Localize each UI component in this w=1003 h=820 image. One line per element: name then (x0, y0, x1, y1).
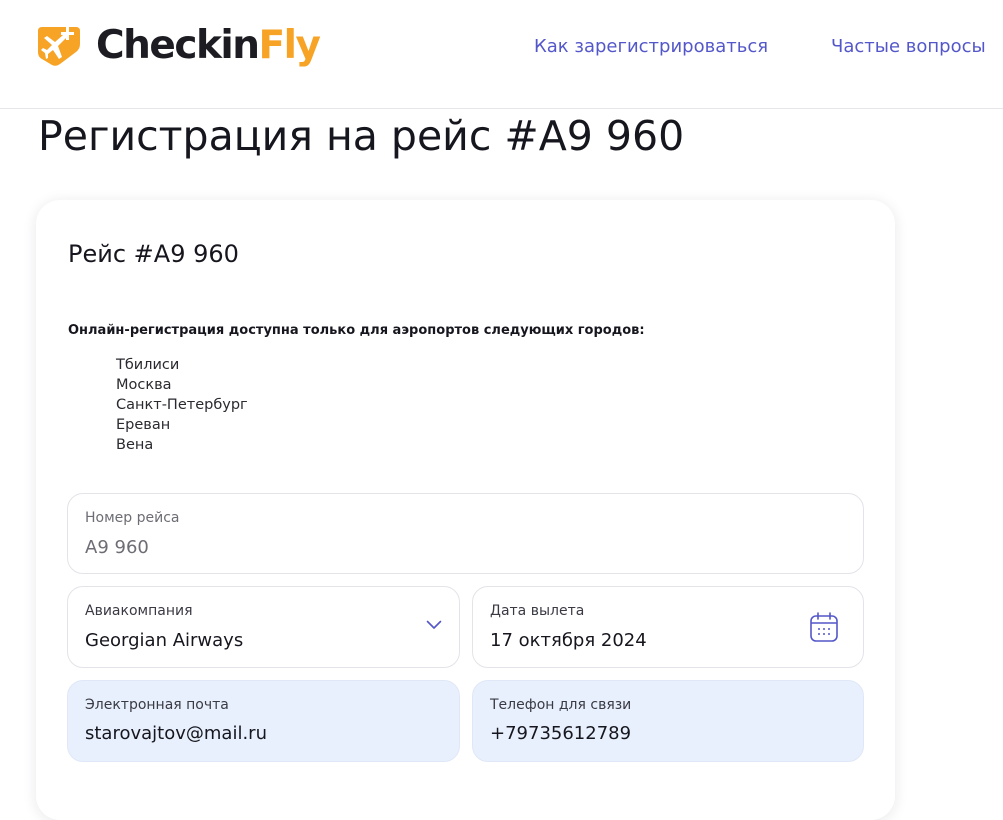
flight-number-value: A9 960 (85, 537, 149, 558)
logo-text-main: Checkin (96, 23, 260, 68)
phone-field[interactable]: Телефон для связи +79735612789 (472, 680, 864, 762)
list-item: Ереван (116, 417, 171, 433)
logo[interactable]: CheckinFly (36, 22, 321, 70)
nav-link-how-to-register[interactable]: Как зарегистрироваться (534, 35, 768, 59)
site-header: CheckinFly Как зарегистрироваться Частые… (0, 0, 1003, 109)
registration-card: Рейс #A9 960 Онлайн-регистрация доступна… (36, 200, 895, 820)
departure-date-value: 17 октября 2024 (490, 630, 647, 651)
logo-text-accent: Fly (258, 23, 321, 68)
page-title: Регистрация на рейс #A9 960 (38, 112, 685, 160)
departure-date-label: Дата вылета (490, 603, 585, 619)
flight-number-field[interactable]: Номер рейса A9 960 (67, 493, 864, 574)
airline-select[interactable]: Авиакомпания Georgian Airways (67, 586, 460, 668)
airline-value: Georgian Airways (85, 630, 244, 651)
plane-plus-icon (38, 27, 80, 66)
flight-number-label: Номер рейса (85, 510, 180, 526)
city-list: Тбилиси Москва Санкт-Петербург Ереван Ве… (116, 355, 248, 455)
list-item: Москва (116, 377, 172, 393)
calendar-icon[interactable] (809, 611, 839, 643)
airports-notice: Онлайн-регистрация доступна только для а… (68, 323, 645, 338)
logo-text: CheckinFly (96, 22, 321, 70)
list-item: Тбилиси (116, 357, 180, 373)
list-item: Санкт-Петербург (116, 397, 248, 413)
chevron-down-icon[interactable] (426, 620, 442, 630)
email-value: starovajtov@mail.ru (85, 723, 267, 744)
airline-label: Авиакомпания (85, 603, 193, 619)
phone-value: +79735612789 (490, 723, 632, 744)
list-item: Вена (116, 437, 154, 453)
departure-date-field[interactable]: Дата вылета 17 октября 2024 (472, 586, 864, 668)
email-label: Электронная почта (85, 697, 229, 713)
card-title: Рейс #A9 960 (68, 240, 239, 268)
phone-label: Телефон для связи (490, 697, 632, 713)
nav-link-faq[interactable]: Частые вопросы (831, 35, 986, 59)
email-field[interactable]: Электронная почта starovajtov@mail.ru (67, 680, 460, 762)
